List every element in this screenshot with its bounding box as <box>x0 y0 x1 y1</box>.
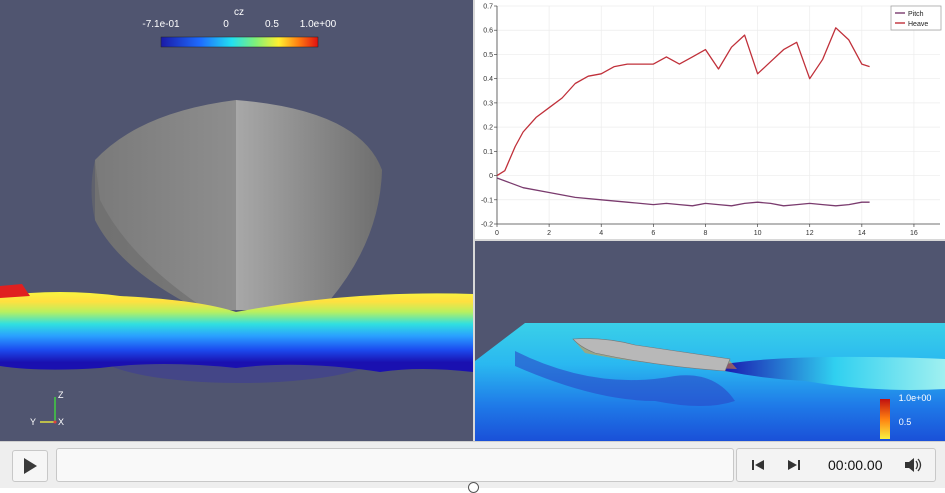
progress-track[interactable] <box>56 448 734 482</box>
chart-legend: Pitch Heave <box>890 5 942 31</box>
play-icon <box>24 458 37 474</box>
x-tick-label: 4 <box>599 230 603 237</box>
x-tick-label: 12 <box>806 230 814 237</box>
x-tick-label: 8 <box>704 230 708 237</box>
y-tick-label: 0.7 <box>483 4 493 11</box>
colorbar-mid-label: 0.5 <box>265 19 279 30</box>
triad-z-label: Z <box>58 390 64 400</box>
media-player-bar: 00:00.00 <box>0 441 945 488</box>
y-tick-label: 0.1 <box>483 149 493 156</box>
line-chart-view[interactable]: -0.2 -0.1 0 0.1 0.2 0.3 0.4 0.5 0.6 0.7 0 2 4 6 8 10 12 1… <box>475 0 945 240</box>
y-tick-label: 0.4 <box>483 76 493 83</box>
volume-button[interactable] <box>901 455 925 475</box>
play-button[interactable] <box>12 450 48 482</box>
bottom-colorbar-mid-label: 0.5 <box>899 417 912 427</box>
series-line-heave <box>496 27 870 177</box>
x-tick-label: 16 <box>910 230 918 237</box>
y-tick-label: 0.6 <box>483 28 493 35</box>
legend-label-heave: Heave <box>908 21 928 28</box>
colorbar-max-label: 1.0e+00 <box>300 19 337 30</box>
bottom-colorbar-max-label: 1.0e+00 <box>899 393 932 403</box>
series-line-pitch <box>496 177 870 207</box>
y-tick-label: -0.1 <box>481 197 493 204</box>
volume-icon <box>905 458 922 472</box>
hull-front <box>91 100 382 312</box>
skip-forward-button[interactable] <box>783 455 805 475</box>
pitch-heave-chart: -0.2 -0.1 0 0.1 0.2 0.3 0.4 0.5 0.6 0.7 0 2 4 6 8 10 12 1… <box>481 4 942 237</box>
bottom-colorbar-gradient <box>880 399 890 439</box>
x-tick-label: 6 <box>651 230 655 237</box>
front-3d-view[interactable]: cz -7.1e-01 0 0.5 1.0e+00 Z Y X <box>0 0 473 441</box>
time-display: 00:00.00 <box>828 457 883 473</box>
skip-back-icon <box>752 460 764 470</box>
triad-x-label: X <box>58 417 64 427</box>
y-tick-label: 0.3 <box>483 100 493 107</box>
y-tick-label: 0.5 <box>483 52 493 59</box>
colorbar-gradient <box>160 36 319 48</box>
colorbar-min-label: -7.1e-01 <box>142 19 180 30</box>
legend-label-pitch: Pitch <box>908 11 924 18</box>
perspective-view-canvas: 1.0e+00 0.5 <box>475 323 945 441</box>
colorbar-title: cz <box>234 7 244 18</box>
surface-hotspot <box>0 284 30 298</box>
x-tick-label: 14 <box>858 230 866 237</box>
triad-y-label: Y <box>30 417 36 427</box>
y-tick-label: 0 <box>489 173 493 180</box>
y-tick-label: -0.2 <box>481 222 493 229</box>
axes-triad: Z Y X <box>30 390 64 427</box>
colorbar-zero-label: 0 <box>223 19 229 30</box>
front-view-canvas: cz -7.1e-01 0 0.5 1.0e+00 Z Y X <box>0 7 473 427</box>
skip-forward-icon <box>788 460 800 470</box>
x-tick-label: 2 <box>547 230 551 237</box>
x-tick-label: 0 <box>495 230 499 237</box>
y-tick-label: 0.2 <box>483 125 493 132</box>
skip-back-button[interactable] <box>747 455 769 475</box>
x-tick-label: 10 <box>754 230 762 237</box>
perspective-3d-view[interactable]: 1.0e+00 0.5 <box>475 241 945 441</box>
